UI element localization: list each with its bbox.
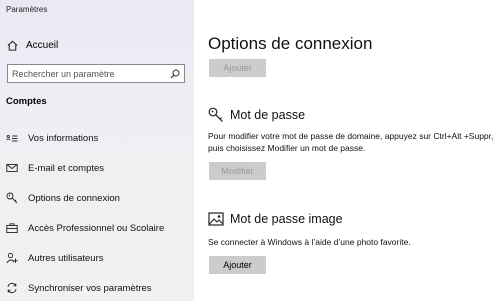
picture-password-heading: Mot de passe image	[208, 210, 343, 228]
sidebar-item-acces-professionnel[interactable]: Accès Professionnel ou Scolaire	[0, 218, 194, 238]
sidebar-item-autres-utilisateurs[interactable]: Autres utilisateurs	[0, 248, 194, 268]
key-icon	[208, 107, 223, 122]
search-input[interactable]	[12, 68, 170, 79]
sidebar-item-label: E-mail et comptes	[28, 162, 105, 174]
search-icon[interactable]	[170, 69, 180, 79]
sidebar-item-label: Synchroniser vos paramètres	[28, 282, 152, 294]
person-card-icon	[5, 131, 19, 145]
sidebar-item-options-de-connexion[interactable]: Options de connexion	[0, 188, 194, 208]
password-heading: Mot de passe	[208, 106, 305, 124]
key-icon	[5, 191, 19, 205]
add-person-icon	[5, 251, 19, 265]
page-title: Options de connexion	[208, 34, 373, 53]
sidebar-item-label: Options de connexion	[28, 192, 120, 204]
sidebar-item-label: Autres utilisateurs	[28, 252, 104, 264]
briefcase-icon	[5, 221, 19, 235]
sidebar-item-vos-informations[interactable]: Vos informations	[0, 128, 194, 148]
app-title: Paramètres	[6, 5, 48, 14]
sync-icon	[5, 281, 19, 295]
picture-password-description: Se connecter à Windows à l’aide d’une ph…	[208, 237, 411, 247]
home-nav-item[interactable]: Accueil	[6, 36, 58, 54]
sidebar-item-label: Accès Professionnel ou Scolaire	[28, 222, 165, 234]
home-icon	[7, 40, 18, 51]
section-label-comptes: Comptes	[6, 96, 47, 107]
password-heading-label: Mot de passe	[230, 108, 306, 122]
add-button-disabled[interactable]: Ajouter	[209, 59, 266, 77]
mail-icon	[5, 161, 19, 175]
add-picture-password-button[interactable]: Ajouter	[209, 256, 266, 274]
picture-icon	[208, 212, 224, 226]
main-content: Options de connexion Ajouter Mot de pass…	[194, 0, 500, 301]
sidebar: Paramètres Accueil Comptes Vos informati…	[0, 0, 194, 301]
sidebar-item-synchroniser[interactable]: Synchroniser vos paramètres	[0, 278, 194, 298]
password-description: Pour modifier votre mot de passe de doma…	[208, 131, 494, 153]
search-box[interactable]	[7, 64, 185, 83]
sidebar-item-label: Vos informations	[28, 132, 99, 144]
modify-password-button[interactable]: Modifier	[209, 162, 266, 180]
home-label: Accueil	[26, 39, 59, 51]
picture-password-heading-label: Mot de passe image	[230, 212, 343, 226]
sidebar-item-email-et-comptes[interactable]: E-mail et comptes	[0, 158, 194, 178]
